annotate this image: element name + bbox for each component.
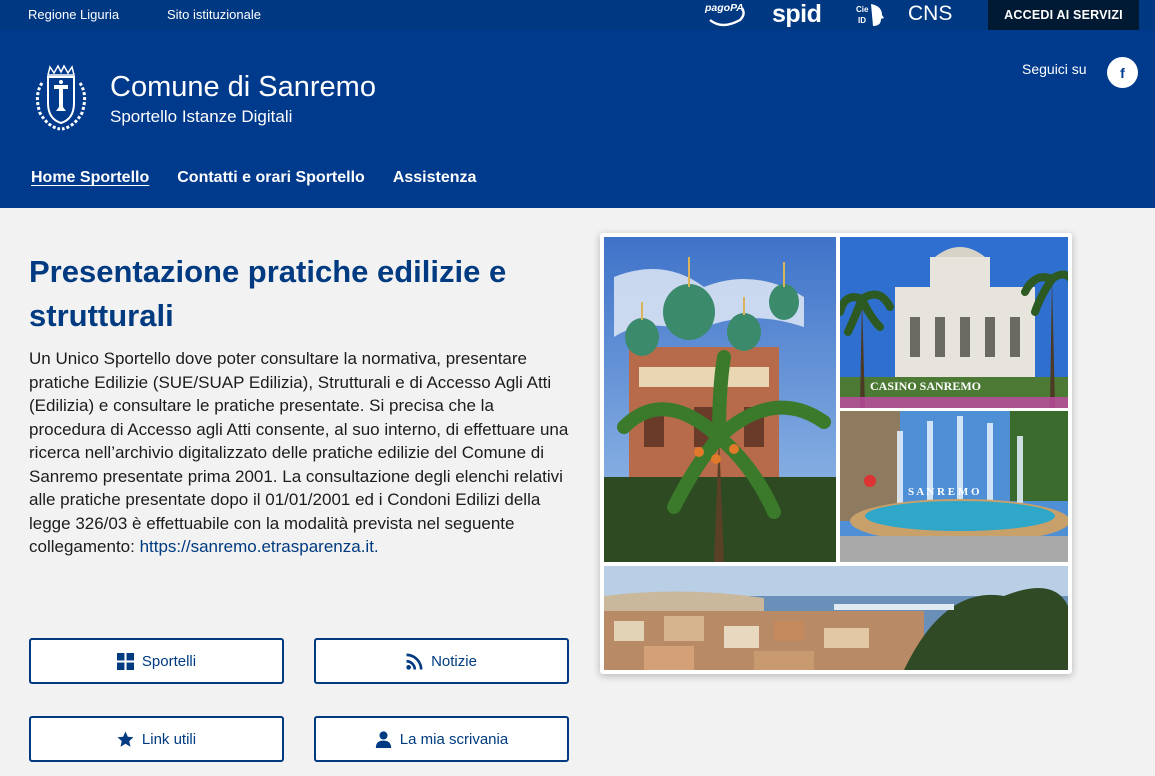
svg-text:ID: ID (858, 16, 866, 25)
sanremo-photo-collage: CASINO SANREMO S A N R E M O (600, 233, 1072, 674)
rss-icon (406, 653, 423, 670)
link-utili-button[interactable]: Link utili (29, 716, 284, 762)
intro-text: Un Unico Sportello dove poter consultare… (29, 347, 574, 559)
photo-casino: CASINO SANREMO (840, 237, 1068, 408)
site-header: Comune di Sanremo Sportello Istanze Digi… (0, 30, 1155, 208)
notizie-button[interactable]: Notizie (314, 638, 569, 684)
link-regione-liguria[interactable]: Regione Liguria (28, 7, 119, 22)
sportelli-label: Sportelli (141, 652, 197, 670)
nav-contatti-orari[interactable]: Contatti e orari Sportello (177, 169, 365, 187)
top-bar: Regione Liguria Sito istituzionale pagoP… (0, 0, 1155, 30)
cns-logo: CNS (908, 2, 953, 25)
svg-text:pagoPA: pagoPA (704, 2, 744, 14)
accedi-ai-servizi-button[interactable]: ACCEDI AI SERVIZI (988, 0, 1139, 30)
photo-panorama (604, 566, 1068, 670)
nav-home-sportello[interactable]: Home Sportello (31, 169, 149, 187)
link-sito-istituzionale[interactable]: Sito istituzionale (167, 7, 261, 22)
main-nav: Home Sportello Contatti e orari Sportell… (31, 169, 476, 187)
scrivania-button[interactable]: La mia scrivania (314, 716, 569, 762)
site-subtitle: Sportello Istanze Digitali (110, 107, 293, 126)
notizie-label: Notizie (431, 652, 477, 670)
sportelli-button[interactable]: Sportelli (29, 638, 284, 684)
scrivania-label: La mia scrivania (399, 730, 509, 748)
facebook-icon[interactable]: f (1107, 57, 1138, 88)
star-icon (117, 731, 134, 747)
grid-icon (116, 652, 134, 670)
svg-text:CASINO SANREMO: CASINO SANREMO (870, 379, 981, 393)
pagopa-logo: pagoPA (704, 0, 750, 28)
link-utili-label: Link utili (141, 730, 197, 748)
comune-crest-icon (30, 63, 92, 131)
intro-body: Un Unico Sportello dove poter consultare… (29, 349, 569, 556)
etrasparenza-link[interactable]: https://sanremo.etrasparenza.it. (140, 537, 379, 556)
photo-fountain: S A N R E M O (840, 411, 1068, 562)
follow-label: Seguici su (1022, 61, 1087, 77)
nav-assistenza[interactable]: Assistenza (393, 169, 477, 187)
site-title: Comune di Sanremo (110, 71, 376, 103)
photo-russian-church (604, 237, 836, 562)
spid-logo: spid (772, 0, 822, 28)
user-icon (375, 730, 391, 748)
svg-text:S A N R E M O: S A N R E M O (908, 486, 980, 498)
cie-logo: Cie ID (855, 2, 885, 28)
svg-text:Cie: Cie (856, 5, 869, 14)
page-title: Presentazione pratiche edilizie e strutt… (29, 254, 507, 333)
